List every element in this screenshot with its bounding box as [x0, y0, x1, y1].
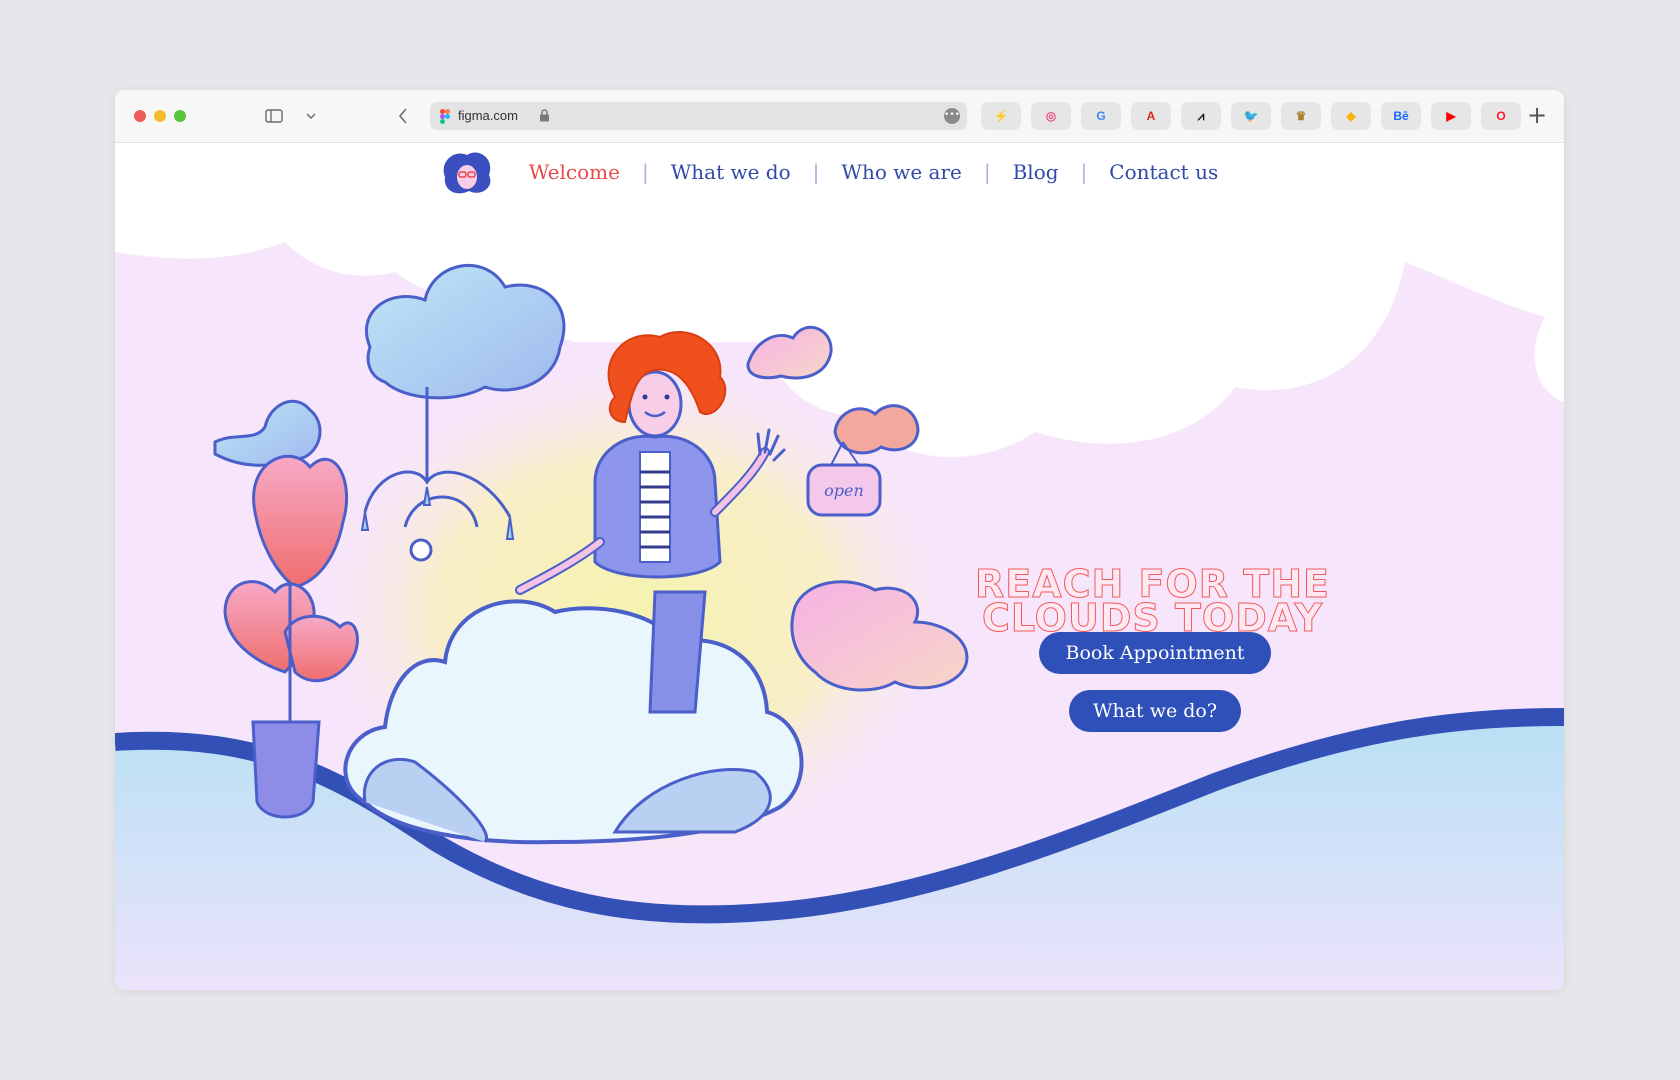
bookmark-google-icon[interactable]: G: [1081, 102, 1121, 130]
nav-what-we-do[interactable]: What we do: [649, 160, 813, 184]
mobile-ball: [409, 538, 433, 562]
back-arrow-icon[interactable]: [398, 108, 408, 124]
sidebar-toggle-icon[interactable]: [265, 109, 283, 123]
more-options-icon[interactable]: •••: [944, 108, 960, 124]
nav-welcome[interactable]: Welcome: [507, 160, 642, 184]
figma-icon: [440, 109, 450, 124]
plant-pot: [251, 720, 321, 819]
new-tab-button[interactable]: +: [1527, 100, 1547, 130]
bookmark-twitter-icon[interactable]: 🐦: [1231, 102, 1271, 130]
nav-blog[interactable]: Blog: [991, 160, 1081, 184]
nav-separator: |: [812, 160, 820, 184]
minimize-window-button[interactable]: [154, 110, 166, 122]
hero-illustration: open: [115, 202, 1564, 990]
bookmark-adidas-icon[interactable]: ⩘: [1181, 102, 1221, 130]
bookmark-adobe-icon[interactable]: A: [1131, 102, 1171, 130]
maximize-window-button[interactable]: [174, 110, 186, 122]
character-pants: [648, 590, 707, 714]
what-we-do-button[interactable]: What we do?: [1069, 690, 1241, 732]
chevron-down-icon[interactable]: [306, 113, 316, 120]
close-window-button[interactable]: [134, 110, 146, 122]
browser-toolbar: figma.com ••• ⚡ ◎ G A ⩘ 🐦 ♛ ◆ Bē ▶ O +: [115, 90, 1564, 143]
small-cloud-sign: [833, 404, 920, 455]
brand-logo[interactable]: [439, 147, 495, 197]
bookmark-rolex-icon[interactable]: ♛: [1281, 102, 1321, 130]
address-bar[interactable]: figma.com •••: [430, 102, 967, 130]
web-page: open Welcome | What we do | Who we are |…: [115, 142, 1564, 990]
nav-separator: |: [641, 160, 649, 184]
book-appointment-button[interactable]: Book Appointment: [1039, 632, 1271, 674]
bookmark-dribbble-icon[interactable]: ◎: [1031, 102, 1071, 130]
bookmark-opera-icon[interactable]: O: [1481, 102, 1521, 130]
url-text: figma.com: [458, 108, 518, 123]
hero-title-line2: CLOUDS TODAY: [981, 596, 1324, 641]
main-nav: Welcome | What we do | Who we are | Blog…: [115, 142, 1564, 202]
bookmark-youtube-icon[interactable]: ▶: [1431, 102, 1471, 130]
hero-title: REACH FOR THE CLOUDS TODAY: [965, 565, 1340, 641]
nav-contact-us[interactable]: Contact us: [1087, 160, 1240, 184]
nav-who-we-are[interactable]: Who we are: [819, 160, 983, 184]
bookmark-lightning-icon[interactable]: ⚡: [981, 102, 1021, 130]
browser-window: figma.com ••• ⚡ ◎ G A ⩘ 🐦 ♛ ◆ Bē ▶ O + o…: [115, 90, 1564, 990]
nav-separator: |: [983, 160, 991, 184]
open-sign-text: open: [824, 481, 864, 500]
lock-icon: [540, 109, 549, 122]
bookmark-sketch-icon[interactable]: ◆: [1331, 102, 1371, 130]
bookmark-behance-icon[interactable]: Bē: [1381, 102, 1421, 130]
nav-separator: |: [1080, 160, 1088, 184]
